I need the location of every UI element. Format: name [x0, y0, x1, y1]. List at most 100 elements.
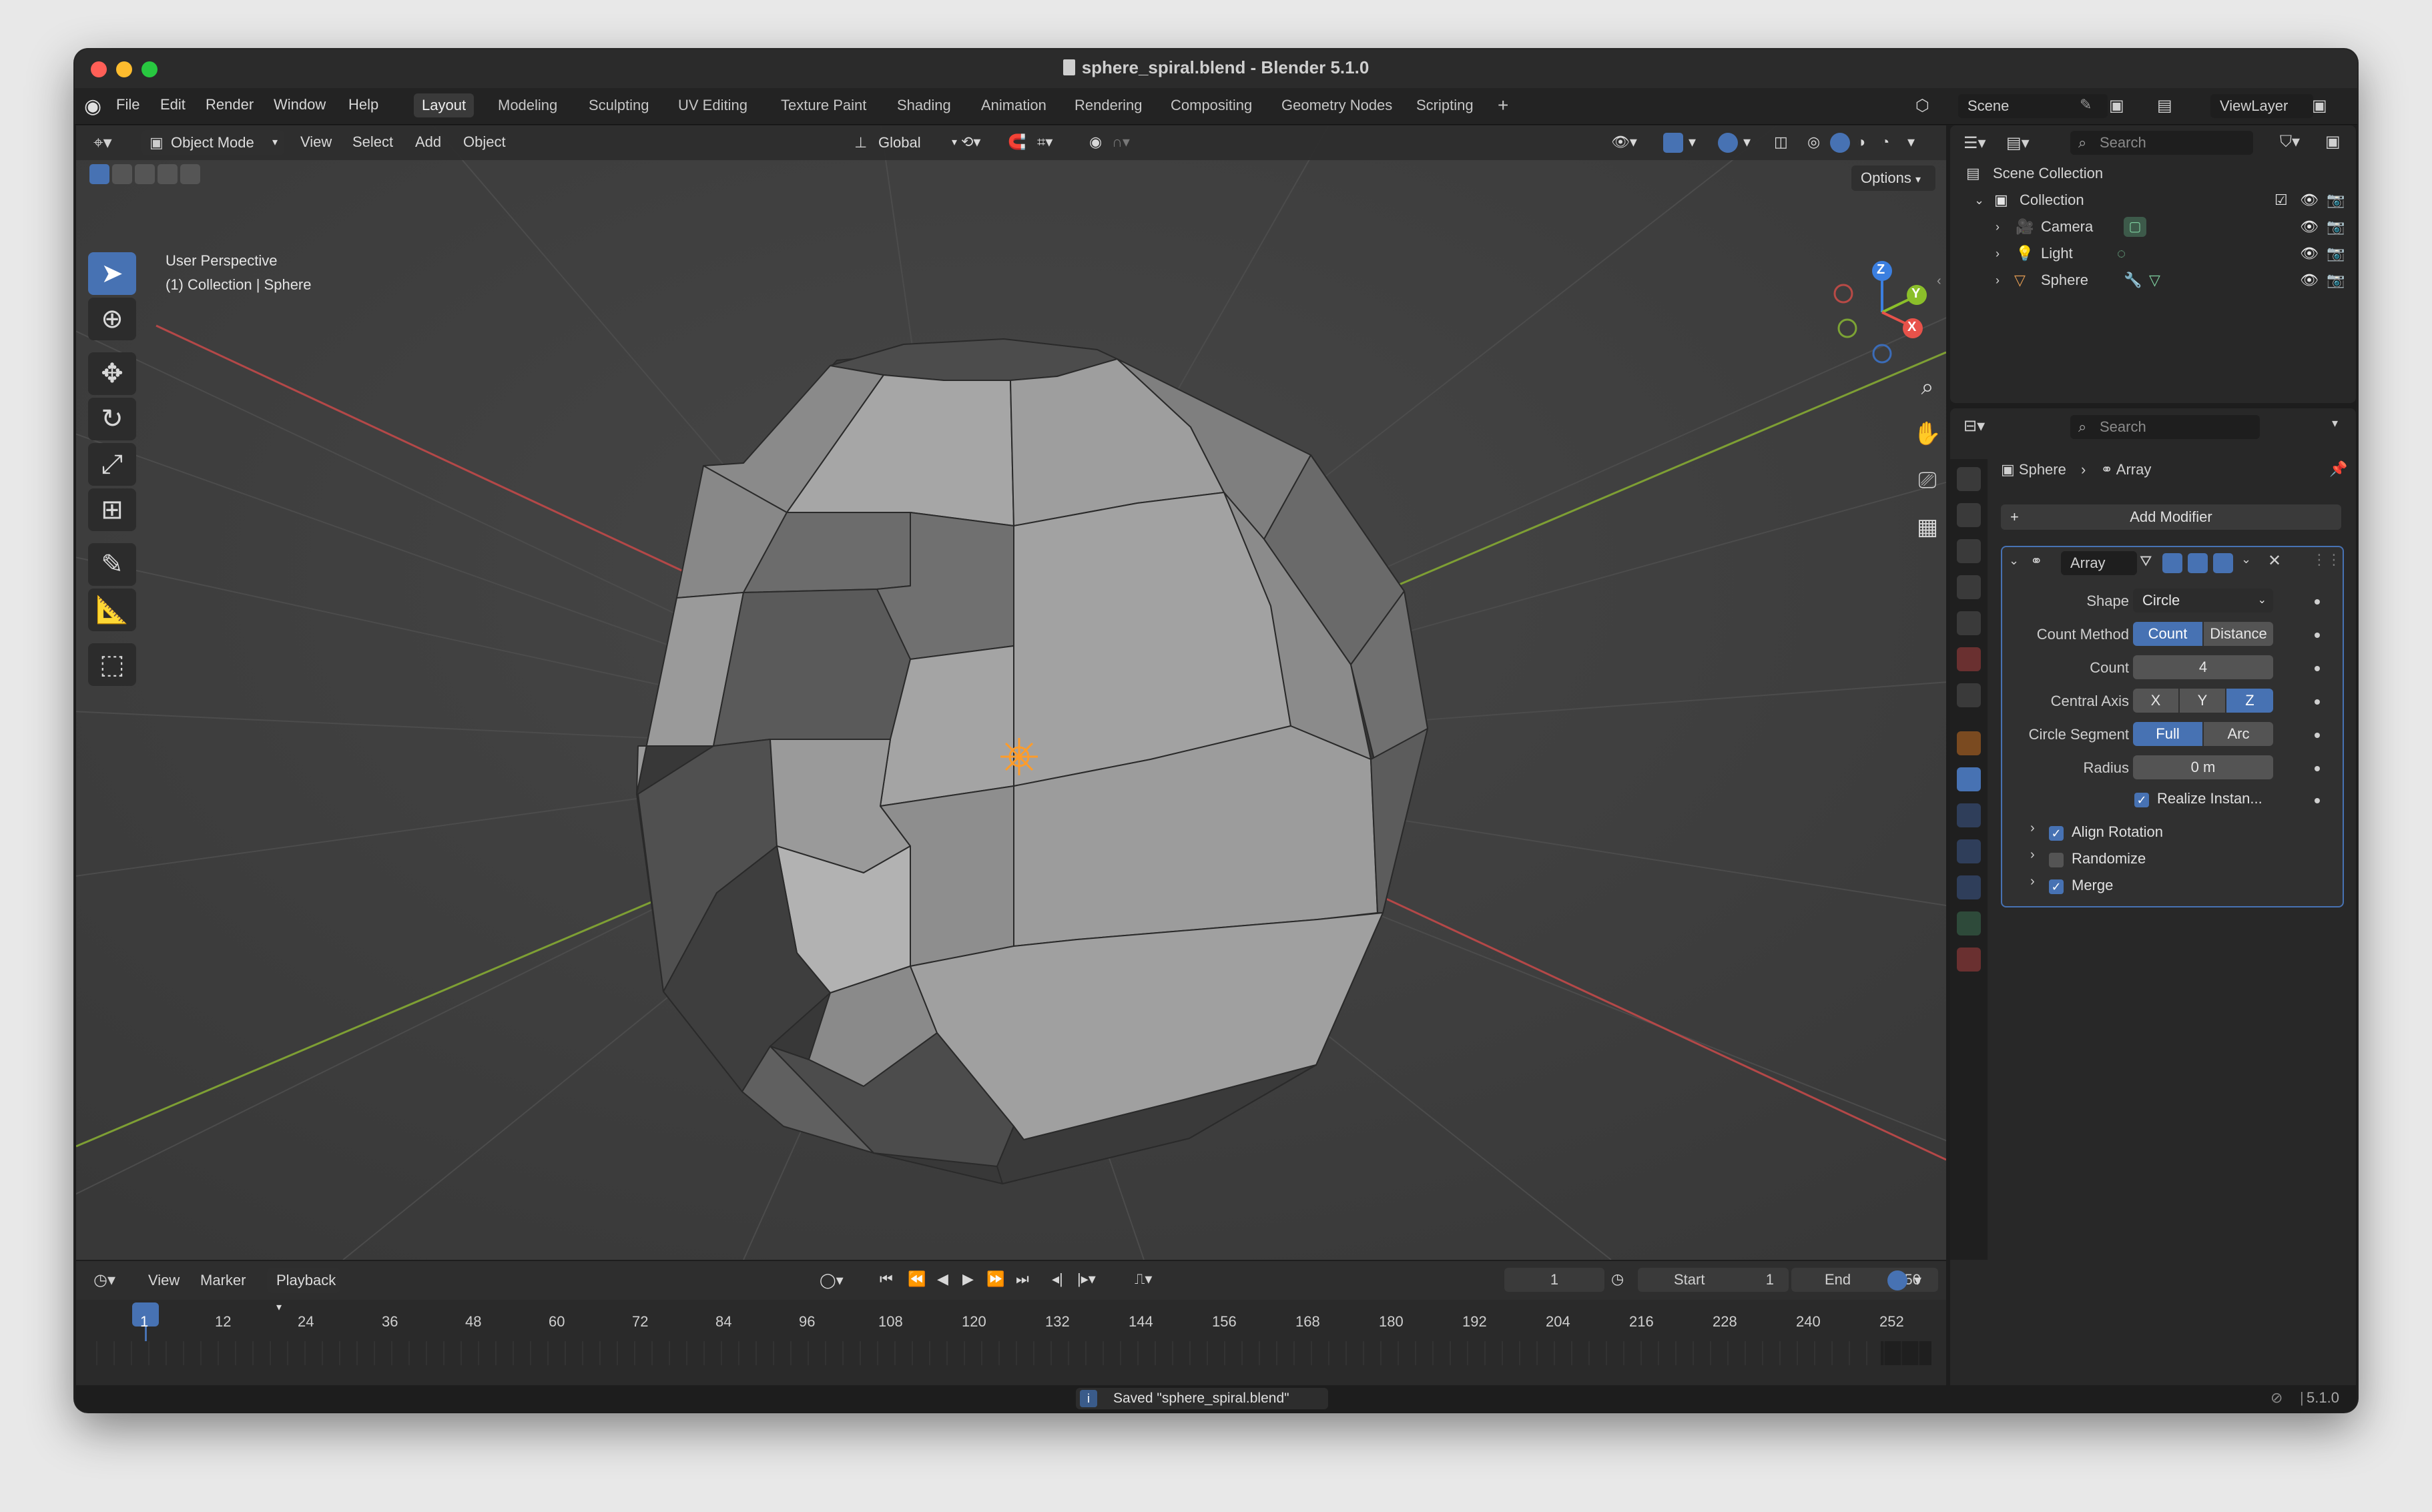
constraints-tab-icon[interactable] [1957, 875, 1981, 899]
select-new-icon[interactable] [89, 164, 109, 184]
properties-editor-icon[interactable]: ⊟▾ [1963, 416, 1985, 436]
options-button[interactable]: Options ▾ [1851, 165, 1935, 191]
output-tab-icon[interactable] [1957, 539, 1981, 563]
annotate-tool-icon[interactable]: ✎ [88, 543, 136, 586]
particles-tab-icon[interactable] [1957, 803, 1981, 827]
camera-render-icon[interactable]: 📷 [2327, 267, 2345, 294]
chevron-right-icon[interactable]: › [2030, 821, 2035, 836]
jump-to-keyframe-forward-icon[interactable]: ⏩ [986, 1270, 1004, 1288]
menu-file[interactable]: File [116, 96, 139, 113]
chevron-down-icon[interactable]: ▾ [2332, 416, 2338, 430]
visibility-selector-icon[interactable]: 👁▾ [1611, 133, 1637, 151]
world-tab-icon[interactable] [1957, 647, 1981, 671]
clock-icon[interactable]: ◷ [1611, 1270, 1624, 1288]
rendered-shading-icon[interactable]: ◔ [1881, 133, 1889, 151]
camera-data-icon[interactable]: ▢ [2124, 217, 2146, 237]
gizmo-dropdown-icon[interactable]: ▾ [1689, 133, 1696, 151]
current-frame-field[interactable]: 1 [1504, 1268, 1604, 1292]
keyframe-type-icon[interactable]: ◯▾ [820, 1272, 844, 1289]
chevron-down-icon[interactable]: ⌄ [2009, 554, 2019, 568]
chevron-down-icon[interactable]: ⌄ [2241, 552, 2251, 566]
overlays-dropdown-icon[interactable]: ▾ [1743, 133, 1751, 151]
scene-tab-icon[interactable] [1957, 611, 1981, 635]
chevron-right-icon[interactable]: › [1996, 240, 2000, 267]
drag-handle-icon[interactable]: ⋮⋮ [2312, 551, 2341, 569]
mode-selector[interactable]: ▣ Object Mode ▾ [141, 130, 284, 155]
chevron-right-icon[interactable]: › [2030, 874, 2035, 889]
gizmo-toggle-icon[interactable] [1663, 133, 1683, 153]
tab-rendering[interactable]: Rendering [1067, 93, 1151, 117]
pin-icon[interactable]: 📌 [2329, 460, 2347, 478]
axis-z-button[interactable]: Z [2226, 689, 2273, 713]
menu-select[interactable]: Select [352, 133, 393, 151]
pan-view-icon[interactable]: ✋ [1909, 415, 1946, 452]
scale-tool-icon[interactable]: ⤢ [88, 443, 136, 486]
object-tab-icon[interactable] [1957, 731, 1981, 755]
new-viewlayer-icon[interactable]: ▣ [2312, 96, 2327, 115]
realize-instances-checkbox[interactable]: ✓ [2134, 793, 2149, 807]
menu-window[interactable]: Window [274, 96, 326, 113]
modifier-name-input[interactable]: Array [2061, 551, 2137, 575]
timeline-editor[interactable]: ◷▾ View Marker Playback ▾ ◯▾ ⏮ ⏪ ◀ ▶ ⏩ ⏭… [76, 1261, 1946, 1385]
gizmo-x-label[interactable]: X [1907, 320, 1916, 335]
timeline-track[interactable] [96, 1341, 1931, 1365]
chevron-right-icon[interactable]: › [1996, 267, 2000, 294]
next-frame-icon[interactable]: |▸▾ [1077, 1270, 1096, 1288]
mesh-data-icon[interactable]: ▽ [2149, 267, 2160, 294]
network-off-icon[interactable]: ⊘ [2270, 1389, 2283, 1407]
collection-tab-icon[interactable] [1957, 683, 1981, 707]
eye-icon[interactable]: 👁 [2300, 214, 2319, 240]
sidebar-toggle-icon[interactable]: ‹ [1937, 274, 1941, 289]
outliner-collection-row[interactable]: ⌄ ▣ Collection ☑ 👁 📷 [1950, 187, 2356, 214]
keyframe-dot-icon[interactable] [2315, 766, 2320, 771]
pivot-point-icon[interactable]: ⟲▾ [961, 133, 980, 151]
add-modifier-button[interactable]: + Add Modifier [2001, 504, 2341, 530]
keyframe-dot-icon[interactable] [2315, 633, 2320, 638]
select-invert-icon[interactable] [158, 164, 178, 184]
start-frame-field[interactable]: Start 1 [1638, 1268, 1789, 1292]
select-box-tool-icon[interactable]: ➤ [88, 252, 136, 295]
select-extend-icon[interactable] [112, 164, 132, 184]
axis-y-button[interactable]: Y [2180, 689, 2225, 713]
editor-type-icon[interactable]: ⌖▾ [93, 132, 112, 153]
cursor-tool-icon[interactable]: ⊕ [88, 298, 136, 340]
measure-tool-icon[interactable]: 📐 [88, 589, 136, 631]
tool-tab-icon[interactable] [1957, 467, 1981, 491]
camera-render-icon[interactable]: 📷 [2327, 187, 2345, 214]
segment-arc-button[interactable]: Arc [2204, 722, 2273, 746]
add-cube-tool-icon[interactable]: ⬚ [88, 643, 136, 686]
move-tool-icon[interactable]: ✥ [88, 352, 136, 395]
material-tab-icon[interactable] [1957, 948, 1981, 972]
keyframe-dot-icon[interactable] [2315, 733, 2320, 738]
solid-shading-icon[interactable] [1830, 133, 1850, 153]
outliner-object-row[interactable]: › 🎥 Camera ▢ 👁 📷 [1950, 214, 2356, 240]
prev-frame-icon[interactable]: ◂| [1052, 1270, 1063, 1288]
count-field[interactable]: 4 [2133, 655, 2273, 679]
menu-render[interactable]: Render [206, 96, 254, 113]
axis-x-button[interactable]: X [2133, 689, 2178, 713]
tab-compositing[interactable]: Compositing [1163, 93, 1260, 117]
chevron-right-icon[interactable]: › [2030, 847, 2035, 863]
proportional-edit-icon[interactable]: ◉ [1089, 133, 1102, 151]
outliner-scene-collection-row[interactable]: ▤ Scene Collection [1950, 160, 2356, 187]
render-toggle-icon[interactable] [2213, 553, 2233, 573]
sync-dropdown-icon[interactable]: ▾ [1914, 1272, 1921, 1289]
eye-icon[interactable]: 👁 [2300, 187, 2319, 214]
shading-dropdown-icon[interactable]: ▾ [1907, 133, 1915, 151]
sync-mode-icon[interactable] [1887, 1270, 1907, 1290]
keyframe-dot-icon[interactable] [2315, 699, 2320, 705]
viewport-scene[interactable] [76, 125, 1946, 1260]
outliner-object-row[interactable]: › ▽ Sphere 🔧 ▽ 👁 📷 [1950, 267, 2356, 294]
tab-layout[interactable]: Layout [414, 93, 475, 117]
randomize-checkbox[interactable]: ✓ [2049, 853, 2064, 867]
exclude-checkbox-icon[interactable]: ☑ [2274, 187, 2288, 214]
properties-search-input[interactable]: ⌕ Search [2070, 415, 2260, 439]
tab-animation[interactable]: Animation [973, 93, 1054, 117]
menu-edit[interactable]: Edit [160, 96, 186, 113]
pin-scene-icon[interactable]: ✎ [2080, 96, 2092, 113]
data-tab-icon[interactable] [1957, 911, 1981, 935]
display-mode-icon[interactable]: ▤▾ [2006, 133, 2030, 153]
tab-sculpting[interactable]: Sculpting [581, 93, 657, 117]
viewlayer-selector[interactable]: ViewLayer [2210, 94, 2313, 118]
snap-target-icon[interactable]: ⌗▾ [1037, 133, 1052, 151]
